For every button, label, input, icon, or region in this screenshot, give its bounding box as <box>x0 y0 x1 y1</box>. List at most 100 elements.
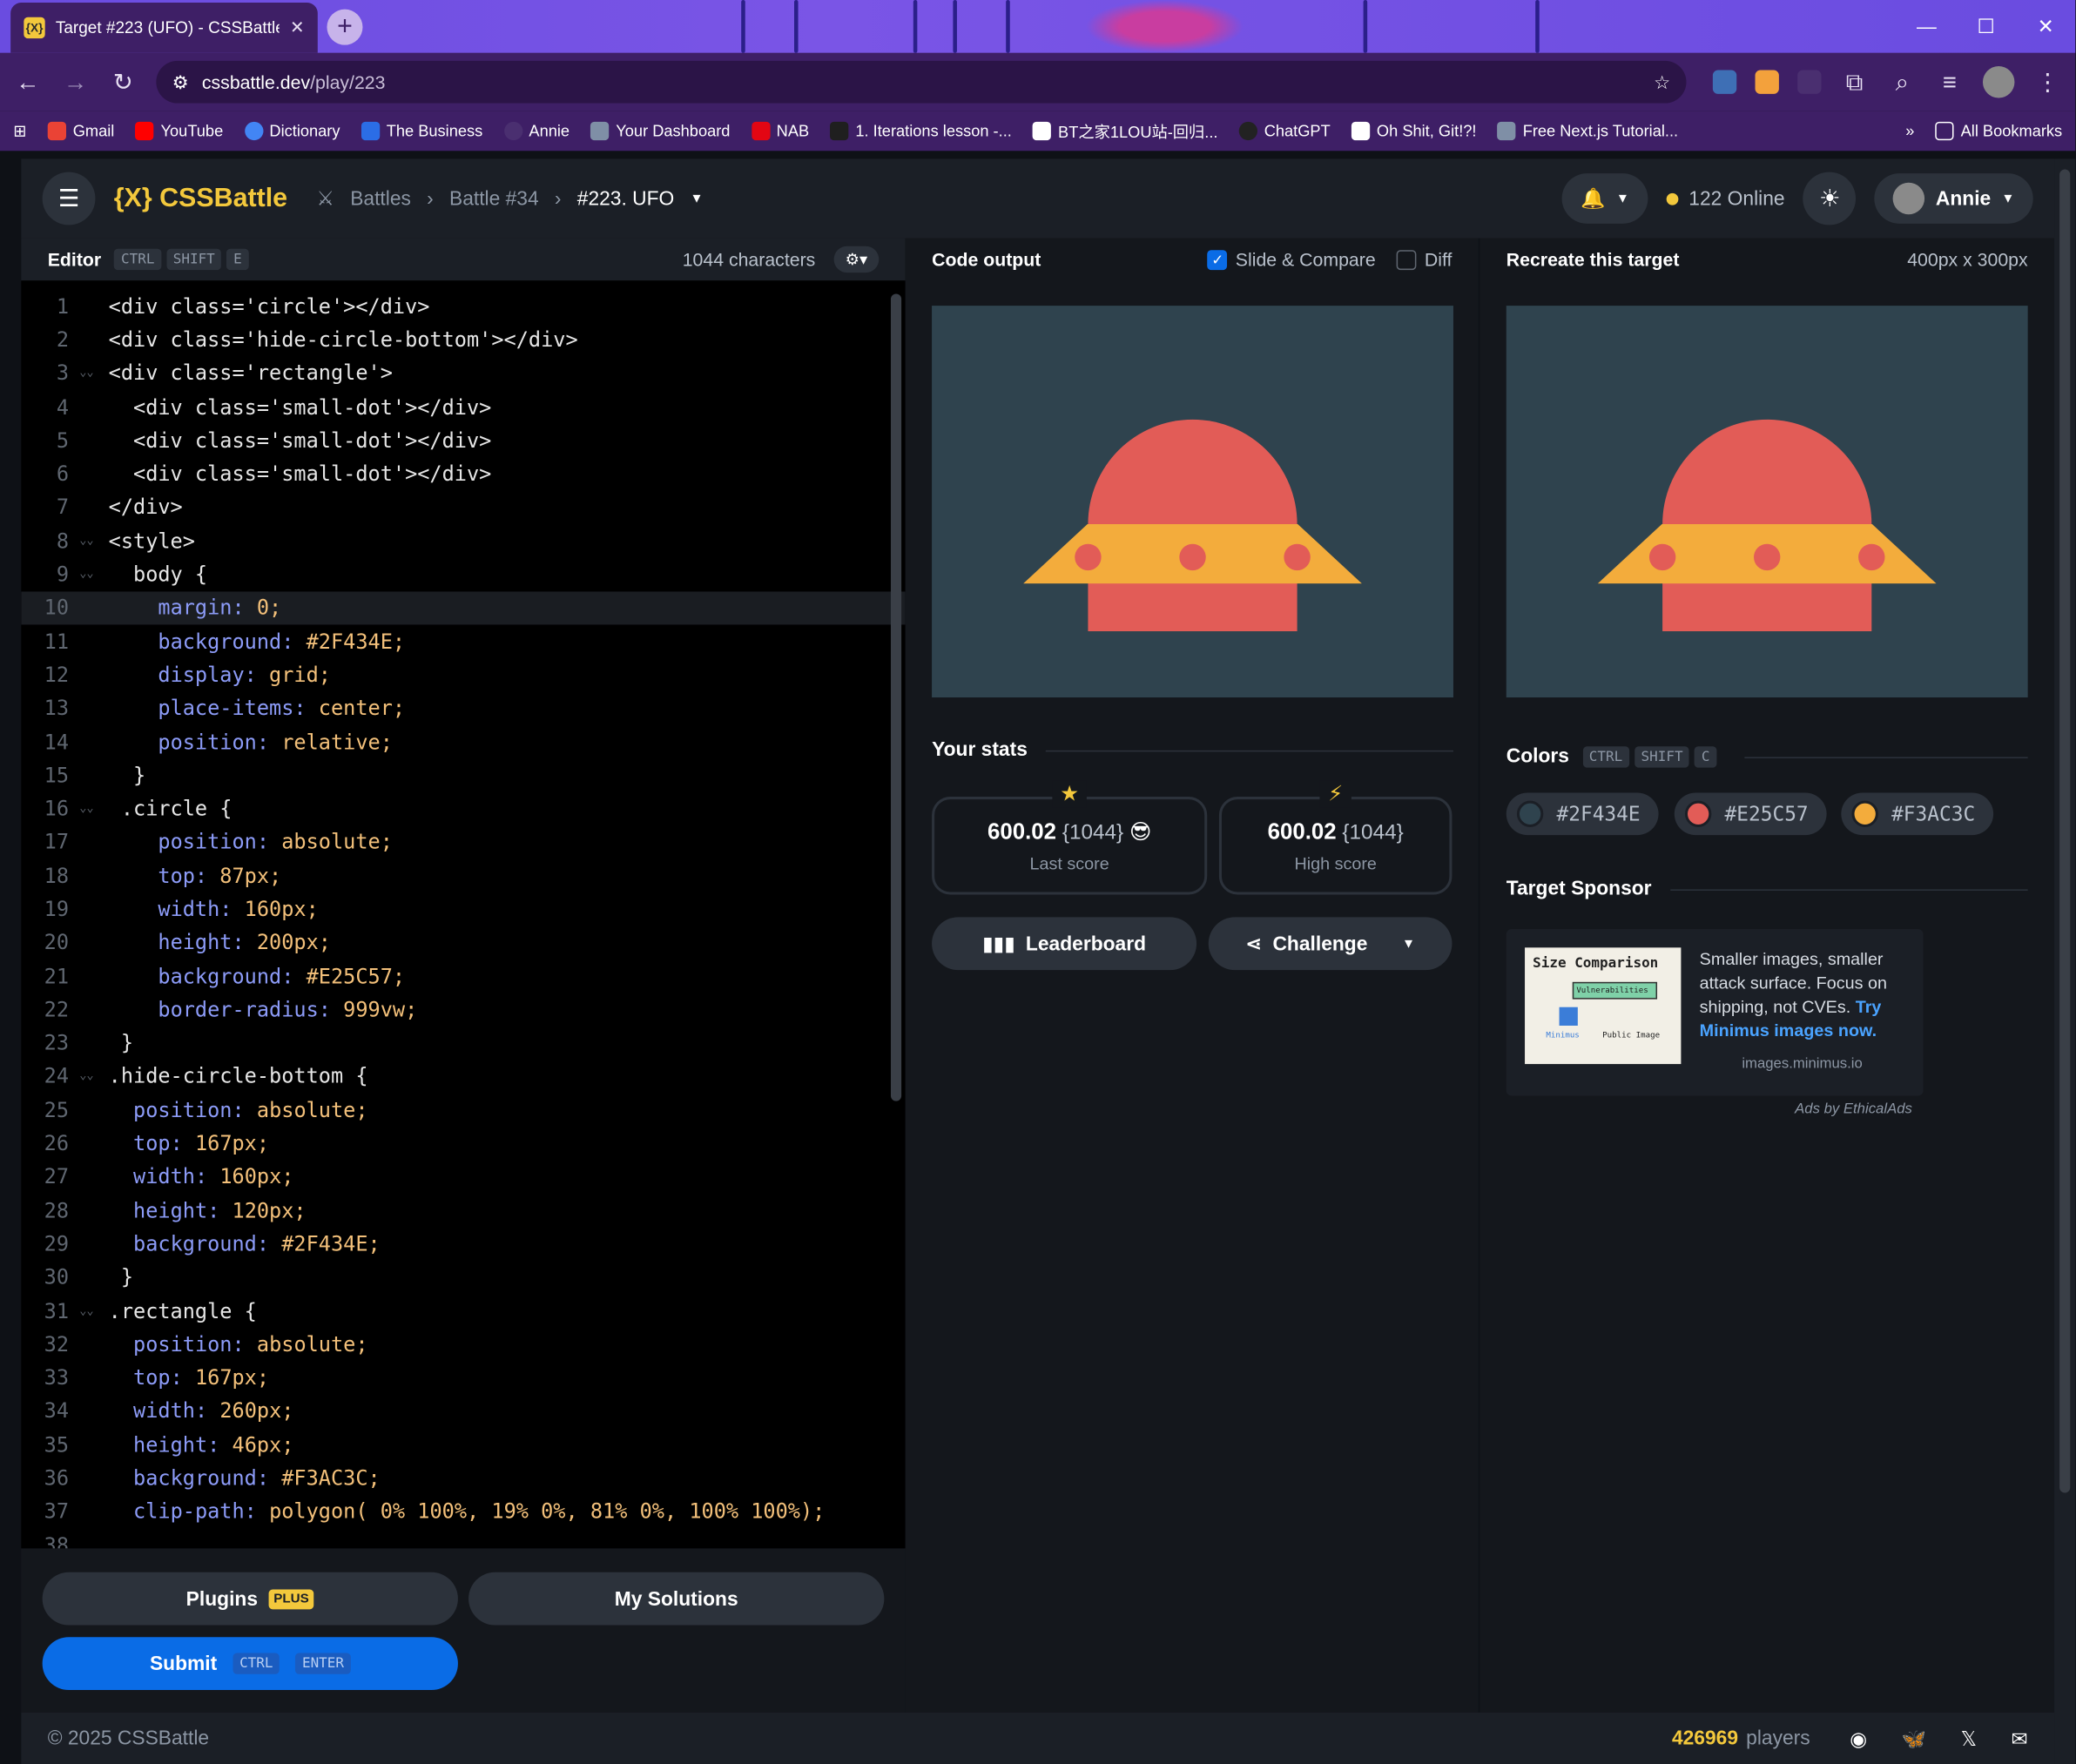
target-image[interactable] <box>1506 306 2028 698</box>
back-icon[interactable]: ← <box>13 68 42 96</box>
color-swatch[interactable]: #2F434E <box>1506 792 1659 836</box>
code-line[interactable]: 15 } <box>21 758 905 791</box>
bookmark-your-dashboard[interactable]: Your Dashboard <box>590 121 730 141</box>
chevron-down-icon[interactable]: ▼ <box>691 192 704 206</box>
code-line[interactable]: 17 position: absolute; <box>21 825 905 858</box>
fold-chevron-icon[interactable]: ⌄⌄ <box>79 568 108 581</box>
theme-toggle-sun-icon[interactable]: ☀ <box>1803 172 1857 226</box>
x-twitter-icon[interactable]: 𝕏 <box>1961 1727 1977 1750</box>
bookmark-gmail[interactable]: Gmail <box>47 121 114 141</box>
code-editor[interactable]: 1 <div class='circle'></div> 2 <div class='… <box>21 280 906 1549</box>
more-menu-icon[interactable]: ⋮ <box>2033 68 2062 96</box>
code-line[interactable]: 24 ⌄⌄ .hide-circle-bottom { <box>21 1060 905 1093</box>
code-line[interactable]: 4 <div class='small-dot'></div> <box>21 390 905 423</box>
url-input[interactable]: ⚙ cssbattle.dev/play/223 ☆ <box>156 60 1687 104</box>
bookmark-the-business[interactable]: The Business <box>361 121 482 141</box>
reading-list-icon[interactable]: ≡ <box>1935 68 1964 96</box>
code-line[interactable]: 14 position: relative; <box>21 725 905 758</box>
crumb-target[interactable]: #223. UFO <box>577 187 675 210</box>
color-swatch[interactable]: #E25C57 <box>1674 792 1827 836</box>
fold-chevron-icon[interactable]: ⌄⌄ <box>79 1304 108 1317</box>
code-line[interactable]: 3 ⌄⌄ <div class='rectangle'> <box>21 357 905 390</box>
my-solutions-button[interactable]: My Solutions <box>468 1572 885 1626</box>
hamburger-menu-icon[interactable]: ☰ <box>42 172 96 226</box>
browser-tab[interactable]: {X} Target #223 (UFO) - CSSBattle ✕ <box>10 3 318 53</box>
code-line[interactable]: 7 </div> <box>21 491 905 524</box>
new-tab-button[interactable]: + <box>327 9 363 45</box>
extensions-puzzle-icon[interactable]: ⧉ <box>1840 68 1869 96</box>
bookmark-chatgpt[interactable]: ChatGPT <box>1238 121 1331 141</box>
code-line[interactable]: 25 position: absolute; <box>21 1094 905 1127</box>
code-line[interactable]: 23 } <box>21 1027 905 1060</box>
bookmark-nab[interactable]: NAB <box>751 121 809 141</box>
editor-settings-gear-icon[interactable]: ⚙▾ <box>833 246 880 273</box>
bookmark-bt[interactable]: BT之家1LOU站-回归... <box>1033 120 1217 143</box>
page-scrollbar[interactable] <box>2054 158 2076 1764</box>
minimize-icon[interactable]: — <box>1897 0 1956 53</box>
bookmark-star-icon[interactable]: ☆ <box>1654 71 1670 93</box>
plugins-button[interactable]: Plugins PLUS <box>42 1572 458 1626</box>
code-line[interactable]: 26 top: 167px; <box>21 1127 905 1160</box>
code-line[interactable]: 27 width: 160px; <box>21 1161 905 1194</box>
extension-icon[interactable] <box>1755 70 1779 94</box>
code-line[interactable]: 35 height: 46px; <box>21 1428 905 1461</box>
color-swatch[interactable]: #F3AC3C <box>1841 792 1994 836</box>
search-tabs-icon[interactable]: ⌕ <box>1888 68 1917 96</box>
code-line[interactable]: 37 clip-path: polygon( 0% 100%, 19% 0%, … <box>21 1495 905 1528</box>
apps-grid-icon[interactable]: ⊞ <box>13 122 26 140</box>
bookmark-nextjs[interactable]: Free Next.js Tutorial... <box>1497 121 1678 141</box>
mail-icon[interactable]: ✉ <box>2012 1727 2028 1750</box>
discord-icon[interactable]: ◉ <box>1850 1727 1867 1750</box>
close-tab-icon[interactable]: ✕ <box>290 17 305 38</box>
bookmark-iterations[interactable]: 1. Iterations lesson -... <box>830 121 1012 141</box>
bookmark-oh-shit-git[interactable]: Oh Shit, Git!?! <box>1351 121 1476 141</box>
crumb-battle[interactable]: Battle #34 <box>449 187 539 210</box>
code-line[interactable]: 8 ⌄⌄ <style> <box>21 524 905 557</box>
bookmark-annie[interactable]: Annie <box>503 121 570 141</box>
fold-chevron-icon[interactable]: ⌄⌄ <box>79 535 108 548</box>
code-line[interactable]: 31 ⌄⌄ .rectangle { <box>21 1294 905 1327</box>
forward-icon[interactable]: → <box>61 68 90 96</box>
leaderboard-button[interactable]: ▮▮▮ Leaderboard <box>932 917 1197 971</box>
slide-compare-checkbox[interactable]: ✓ <box>1207 249 1228 270</box>
code-line[interactable]: 38 <box>21 1529 905 1548</box>
code-line[interactable]: 13 place-items: center; <box>21 691 905 724</box>
code-line[interactable]: 21 background: #E25C57; <box>21 959 905 993</box>
close-window-icon[interactable]: ✕ <box>2016 0 2075 53</box>
code-line[interactable]: 12 display: grid; <box>21 658 905 691</box>
notifications-button[interactable]: 🔔 ▼ <box>1562 173 1648 224</box>
code-line[interactable]: 32 position: absolute; <box>21 1328 905 1361</box>
code-line[interactable]: 20 height: 200px; <box>21 926 905 959</box>
site-info-icon[interactable]: ⚙ <box>172 71 189 93</box>
bluesky-icon[interactable]: 🦋 <box>1902 1727 1926 1750</box>
editor-scrollbar[interactable] <box>890 293 902 1101</box>
diff-checkbox[interactable] <box>1396 249 1417 270</box>
fold-chevron-icon[interactable]: ⌄⌄ <box>79 802 108 815</box>
code-line[interactable]: 11 background: #2F434E; <box>21 624 905 657</box>
react-extension-icon[interactable] <box>1712 70 1737 94</box>
code-line[interactable]: 6 <div class='small-dot'></div> <box>21 457 905 490</box>
code-line[interactable]: 33 top: 167px; <box>21 1361 905 1394</box>
bookmark-youtube[interactable]: YouTube <box>135 121 223 141</box>
bookmark-dictionary[interactable]: Dictionary <box>244 121 340 141</box>
fold-chevron-icon[interactable]: ⌄⌄ <box>79 1070 108 1083</box>
code-line[interactable]: 9 ⌄⌄ body { <box>21 557 905 590</box>
code-line[interactable]: 22 border-radius: 999vw; <box>21 993 905 1026</box>
crumb-battles[interactable]: Battles <box>350 187 411 210</box>
all-bookmarks[interactable]: All Bookmarks <box>1935 121 2062 141</box>
code-line[interactable]: 5 <div class='small-dot'></div> <box>21 424 905 457</box>
code-line[interactable]: 30 } <box>21 1261 905 1294</box>
code-line[interactable]: 29 background: #2F434E; <box>21 1228 905 1261</box>
code-output-canvas[interactable] <box>932 306 1453 698</box>
code-line[interactable]: 10 margin: 0; <box>21 590 906 625</box>
challenge-button[interactable]: ⋖ Challenge ▼ <box>1208 917 1453 971</box>
cssbattle-logo[interactable]: {X} CSSBattle <box>114 184 287 214</box>
code-line[interactable]: 16 ⌄⌄ .circle { <box>21 792 905 825</box>
code-line[interactable]: 19 width: 160px; <box>21 892 905 926</box>
fold-chevron-icon[interactable]: ⌄⌄ <box>79 367 108 380</box>
code-line[interactable]: 36 background: #F3AC3C; <box>21 1462 905 1495</box>
code-line[interactable]: 18 top: 87px; <box>21 859 905 892</box>
profile-avatar[interactable] <box>1982 66 2015 98</box>
ads-by-ethicalads[interactable]: Ads by EthicalAds <box>1795 1101 1912 1117</box>
more-bookmarks-icon[interactable]: » <box>1905 122 1914 140</box>
